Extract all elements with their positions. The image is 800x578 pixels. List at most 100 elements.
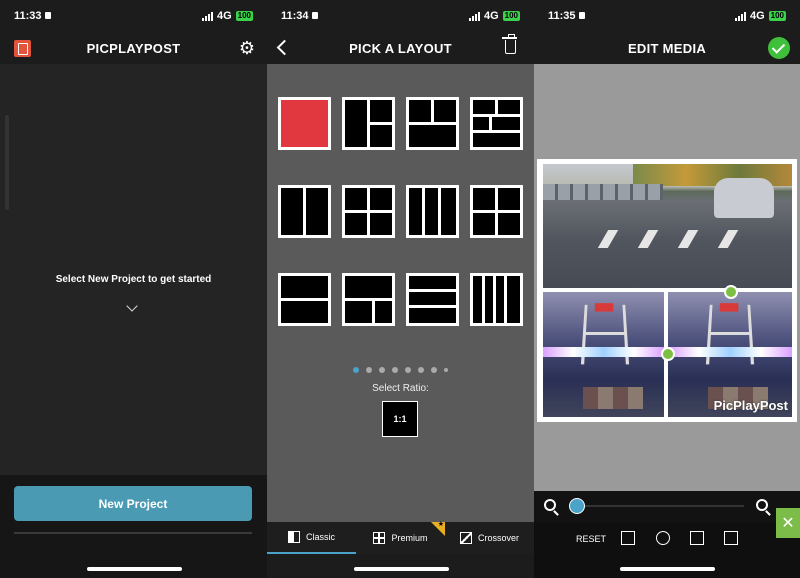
status-time: 11:35 [548,10,585,22]
page-dot[interactable] [353,367,359,373]
zoom-out-icon[interactable] [544,499,556,511]
page-dot[interactable] [418,367,424,373]
layout-4-grid[interactable] [470,185,523,238]
photo-detail [714,178,774,218]
page-dot[interactable] [405,367,411,373]
layout-3-rows[interactable] [406,273,459,326]
photo-detail [637,230,659,248]
status-bar: 11:34 4G 100 [267,0,534,32]
layout-1-top-2-bottom-split[interactable] [342,185,395,238]
top-nav: EDIT MEDIA [534,32,800,64]
new-project-button[interactable]: New Project [14,486,252,521]
lock-icon [311,12,318,19]
screen-home: 11:33 4G 100 PICPLAYPOST ⚙ Select New Pr… [0,0,267,578]
home-bar-area [267,554,534,578]
home-indicator[interactable] [86,567,182,571]
page-title: PICK A LAYOUT [349,40,452,56]
layout-mixed-4[interactable] [470,97,523,150]
tab-label: Classic [305,532,335,542]
network-label: 4G [483,10,499,22]
confirm-check-icon[interactable] [768,37,790,59]
photo-detail [543,347,664,357]
premium-grid-icon [373,532,386,544]
signal-icon [734,11,746,21]
rotate-icon[interactable] [656,531,670,545]
divider [14,532,252,534]
photo-detail [677,230,699,248]
network-label: 4G [749,10,765,22]
photo-detail [543,184,663,200]
tab-label: Crossover [477,533,519,543]
photo-detail [583,387,643,409]
status-time: 11:34 [281,10,318,22]
ratio-button[interactable]: 1:1 [382,401,418,437]
screen-pick-layout: 11:34 4G 100 PICK A LAYOUT Select Ratio:… [267,0,534,578]
resize-handle[interactable] [661,347,675,361]
layout-single[interactable] [278,97,331,150]
photo-tower-left[interactable] [543,292,664,417]
crossover-icon [459,532,472,544]
zoom-in-icon[interactable] [756,499,768,511]
layout-1-top-2-bottom[interactable] [342,273,395,326]
status-time: 11:33 [14,10,51,22]
tab-premium[interactable]: Premium ★ [356,521,445,554]
reset-button[interactable]: RESET [576,534,606,544]
page-dot[interactable] [366,367,372,373]
resize-handle[interactable] [724,285,738,299]
app-logo-icon[interactable] [14,40,31,57]
screen-edit-media: 11:35 4G 100 EDIT MEDIA PicPlayPost RESE… [534,0,800,578]
tab-classic[interactable]: Classic [267,522,356,554]
layout-2-columns[interactable] [278,185,331,238]
layout-grid [278,97,523,326]
signal-icon [201,11,213,21]
photo-street[interactable] [543,164,792,288]
battery-icon: 100 [768,11,786,21]
status-bar: 11:33 4G 100 [0,0,267,32]
tab-crossover[interactable]: Crossover [445,522,534,554]
zoom-slider[interactable] [574,505,744,507]
edit-toolbar: RESET [534,523,800,554]
page-dot[interactable] [379,367,385,373]
signal-icon [468,11,480,21]
tab-label: Premium [391,533,428,543]
home-indicator[interactable] [620,567,715,571]
page-dot[interactable] [431,367,437,373]
top-nav: PICK A LAYOUT [267,32,534,64]
layout-4-columns[interactable] [470,273,523,326]
chevron-down-icon [126,300,138,312]
network-label: 4G [216,10,232,22]
lock-icon [44,12,51,19]
duplicate-icon[interactable] [724,531,738,545]
watermark: PicPlayPost [713,398,788,413]
page-dot[interactable] [444,368,448,372]
app-title: PICPLAYPOST [86,40,181,56]
photo-detail [668,347,792,357]
page-indicator [267,367,534,373]
gear-icon[interactable]: ⚙ [239,39,255,57]
star-icon: ★ [437,521,444,528]
page-dot[interactable] [392,367,398,373]
classic-layout-icon [287,531,300,543]
photo-detail [597,230,619,248]
collage-canvas: PicPlayPost [537,159,797,422]
ratio-label: Select Ratio: [372,383,429,394]
scrollbar[interactable] [5,115,9,210]
photo-edit-icon[interactable] [621,531,635,545]
photo-tower-right[interactable]: PicPlayPost [668,292,792,417]
layout-1-left-2-right[interactable] [342,97,395,150]
layout-2-top-1-bottom[interactable] [406,97,459,150]
battery-icon: 100 [235,11,253,21]
home-indicator[interactable] [353,567,449,571]
page-title: EDIT MEDIA [627,40,707,56]
trash-icon[interactable] [502,34,517,54]
empty-state-hint: Select New Project to get started [55,274,212,285]
layout-3-columns[interactable] [406,185,459,238]
close-icon[interactable]: ✕ [776,508,800,538]
top-nav: PICPLAYPOST [0,32,267,64]
zoom-bar [534,491,800,523]
zoom-slider-knob[interactable] [569,498,585,514]
flip-icon[interactable] [690,531,704,545]
status-bar: 11:35 4G 100 [534,0,800,32]
layout-2-rows[interactable] [278,273,331,326]
home-bar-area [534,554,800,578]
